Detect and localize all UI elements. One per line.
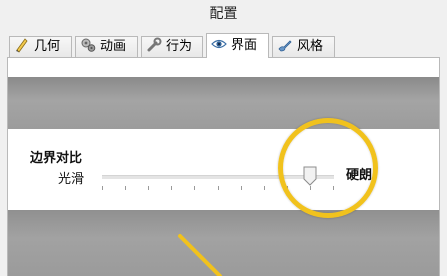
smooth-label: 光滑	[58, 172, 85, 187]
tab-geometry[interactable]: 几何	[9, 36, 72, 57]
slider-tick	[264, 186, 265, 190]
slider-tick	[241, 186, 242, 190]
tab-animation[interactable]: 动画	[75, 36, 138, 57]
slider-thumb[interactable]	[303, 166, 317, 186]
slider-tick	[218, 186, 219, 190]
slider-track[interactable]	[102, 175, 334, 179]
ruler-pencil-icon	[14, 37, 30, 53]
slider-tick	[333, 186, 334, 190]
eye-icon	[211, 36, 227, 52]
tab-behavior[interactable]: 行为	[141, 36, 203, 57]
tab-label: 风格	[297, 39, 324, 54]
slider-tick	[102, 186, 103, 190]
slider-tick	[171, 186, 172, 190]
paint-brush-icon	[277, 37, 293, 53]
preview-area-bottom	[8, 210, 439, 276]
gears-icon	[80, 37, 96, 53]
panel-top-band	[8, 58, 439, 77]
tab-interface[interactable]: 界面	[206, 33, 269, 58]
slider-tick	[194, 186, 195, 190]
wrench-icon	[146, 37, 162, 53]
window-title: 配置	[0, 0, 447, 28]
slider-tick	[148, 186, 149, 190]
interface-panel: 边界对比 光滑 硬朗	[7, 57, 440, 276]
preview-area-top	[8, 77, 439, 129]
tab-bar: 几何 动画 行为 界面 风格	[0, 33, 447, 58]
slider-tick	[125, 186, 126, 190]
tab-style[interactable]: 风格	[272, 36, 335, 57]
contrast-label: 边界对比	[30, 151, 83, 166]
sharp-label: 硬朗	[346, 168, 373, 183]
tab-label: 行为	[166, 39, 193, 54]
slider-tick	[310, 186, 311, 190]
slider-ticks	[102, 186, 334, 191]
tab-label: 几何	[34, 39, 61, 54]
slider-tick	[287, 186, 288, 190]
tab-label: 动画	[100, 39, 127, 54]
tab-label: 界面	[231, 38, 258, 53]
contrast-slider[interactable]	[102, 166, 334, 198]
